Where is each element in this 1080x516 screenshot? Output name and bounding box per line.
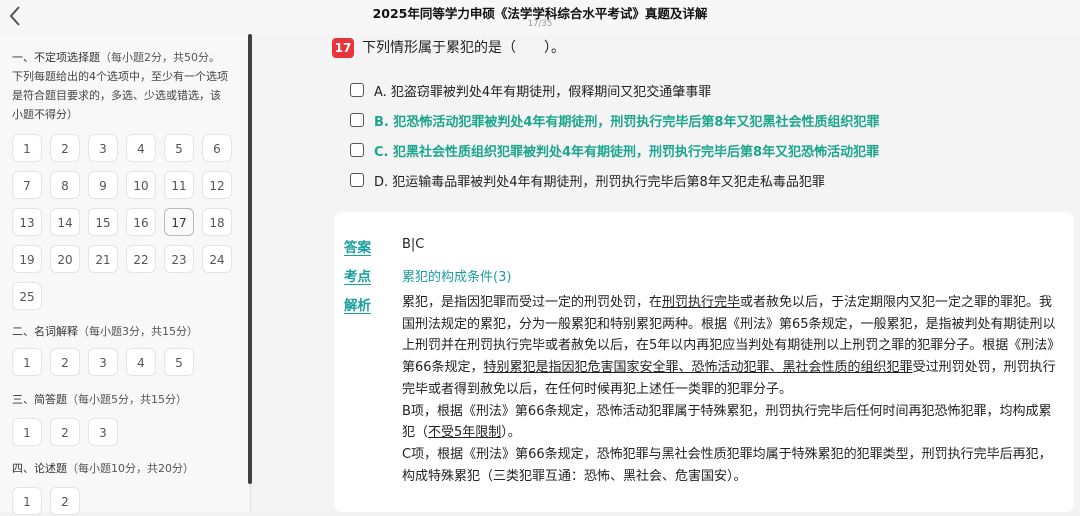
question-nav-button[interactable]: 15 — [88, 208, 118, 236]
analysis-text: 累犯，是指因犯罪而受过一定的刑罚处罚，在刑罚执行完毕或者赦免以后，于法定期限内又… — [402, 292, 1062, 487]
question-nav-button[interactable]: 1 — [12, 487, 42, 515]
section-title-essay: 四、论述题（每小题10分，共20分） — [12, 462, 194, 475]
question-nav-button[interactable]: 3 — [88, 418, 118, 446]
question-nav-button[interactable]: 4 — [126, 348, 156, 376]
analysis-label: 解析 — [344, 298, 371, 314]
question-nav-button[interactable]: 10 — [126, 171, 156, 199]
knowledge-point-value[interactable]: 累犯的构成条件(3) — [402, 266, 511, 285]
checkbox[interactable] — [350, 173, 364, 187]
answer-value: B|C — [402, 237, 425, 252]
question-nav-button[interactable]: 2 — [50, 134, 80, 162]
option-a[interactable]: A. 犯盗窃罪被判处4年有期徒刑，假释期间又犯交通肇事罪 — [350, 80, 711, 100]
question-nav-button[interactable]: 24 — [202, 245, 232, 273]
option-c[interactable]: C. 犯黑社会性质组织犯罪被判处4年有期徒刑，刑罚执行完毕后第8年又犯恐怖活动犯… — [350, 140, 879, 160]
section-desc-line: 是符合题目要求的，多选、少选或错选，该 — [12, 89, 221, 102]
section-title-multiple-choice: 一、不定项选择题（每小题2分，共50分。 — [12, 51, 220, 64]
question-nav-button[interactable]: 5 — [164, 348, 194, 376]
answer-label: 答案 — [344, 240, 371, 256]
question-nav-button[interactable]: 3 — [88, 134, 118, 162]
question-nav-button[interactable]: 23 — [164, 245, 194, 273]
question-navigator: 一、不定项选择题（每小题2分，共50分。 下列每题给出的4个选项中，至少有一个选… — [0, 34, 251, 515]
analysis-paragraph: C项，根据《刑法》第66条规定，恐怖犯罪与黑社会性质犯罪均属于特殊累犯的犯罪类型… — [402, 446, 1052, 484]
option-d[interactable]: D. 犯运输毒品罪被判处4年有期徒刑，刑罚执行完毕后第8年又犯走私毒品犯罪 — [350, 170, 825, 190]
question-nav-button[interactable]: 2 — [50, 348, 80, 376]
analysis-paragraph: 累犯，是指因犯罪而受过一定的刑罚处罚，在刑罚执行完毕或者赦免以后，于法定期限内又… — [402, 295, 1061, 397]
question-nav-button[interactable]: 12 — [202, 171, 232, 199]
question-nav-button[interactable]: 7 — [12, 171, 42, 199]
option-b[interactable]: B. 犯恐怖活动犯罪被判处4年有期徒刑，刑罚执行完毕后第8年又犯黑社会性质组织犯… — [350, 110, 879, 130]
knowledge-point-label: 考点 — [344, 269, 371, 285]
question-nav-button[interactable]: 9 — [88, 171, 118, 199]
section-desc-line: 小题不得分） — [12, 108, 78, 121]
question-nav-button[interactable]: 20 — [50, 245, 80, 273]
question-nav-button[interactable]: 3 — [88, 348, 118, 376]
question-nav-button[interactable]: 1 — [12, 418, 42, 446]
question-nav-button[interactable]: 11 — [164, 171, 194, 199]
question-nav-button[interactable]: 6 — [202, 134, 232, 162]
answer-explanation-card: 答案 B|C 考点 累犯的构成条件(3) 解析 累犯，是指因犯罪而受过一定的刑罚… — [334, 212, 1074, 512]
checkbox[interactable] — [350, 113, 364, 127]
question-nav-button[interactable]: 18 — [202, 208, 232, 236]
question-nav-button[interactable]: 1 — [12, 348, 42, 376]
question-nav-button[interactable]: 8 — [50, 171, 80, 199]
option-text: B. 犯恐怖活动犯罪被判处4年有期徒刑，刑罚执行完毕后第8年又犯黑社会性质组织犯… — [374, 114, 880, 130]
checkbox[interactable] — [350, 143, 364, 157]
question-nav-button[interactable]: 5 — [164, 134, 194, 162]
question-nav-button[interactable]: 4 — [126, 134, 156, 162]
section-desc-line: 下列每题给出的4个选项中，至少有一个选项 — [12, 70, 228, 83]
question-panel: 17 下列情形属于累犯的是（ ）。 A. 犯盗窃罪被判处4年有期徒刑，假释期间又… — [252, 34, 1080, 512]
question-nav-button[interactable]: 16 — [126, 208, 156, 236]
question-stem: 下列情形属于累犯的是（ ）。 — [362, 40, 565, 56]
section-title-term-explanation: 二、名词解释（每小题3分，共15分） — [12, 325, 198, 338]
option-text: A. 犯盗窃罪被判处4年有期徒刑，假释期间又犯交通肇事罪 — [374, 84, 712, 100]
question-nav-button[interactable]: 2 — [50, 418, 80, 446]
checkbox[interactable] — [350, 83, 364, 97]
question-nav-button[interactable]: 17 — [164, 208, 194, 236]
question-nav-button[interactable]: 13 — [12, 208, 42, 236]
question-nav-button[interactable]: 1 — [12, 134, 42, 162]
question-nav-button[interactable]: 25 — [12, 282, 42, 310]
question-progress: 17/35 — [527, 19, 553, 29]
question-nav-button[interactable]: 2 — [50, 487, 80, 515]
question-nav-button[interactable]: 19 — [12, 245, 42, 273]
question-nav-button[interactable]: 14 — [50, 208, 80, 236]
top-bar: 2025年同等学力申硕《法学学科综合水平考试》真题及详解 17/35 — [0, 0, 1080, 34]
analysis-paragraph: B项，根据《刑法》第66条规定，恐怖活动犯罪属于特殊累犯，刑罚执行完毕后任何时间… — [402, 403, 1052, 441]
section-title-short-answer: 三、简答题（每小题5分，共15分） — [12, 393, 187, 406]
option-text: D. 犯运输毒品罪被判处4年有期徒刑，刑罚执行完毕后第8年又犯走私毒品犯罪 — [374, 174, 825, 190]
question-nav-button[interactable]: 22 — [126, 245, 156, 273]
option-text: C. 犯黑社会性质组织犯罪被判处4年有期徒刑，刑罚执行完毕后第8年又犯恐怖活动犯… — [374, 144, 880, 160]
question-number-badge: 17 — [332, 38, 354, 58]
question-nav-button[interactable]: 21 — [88, 245, 118, 273]
